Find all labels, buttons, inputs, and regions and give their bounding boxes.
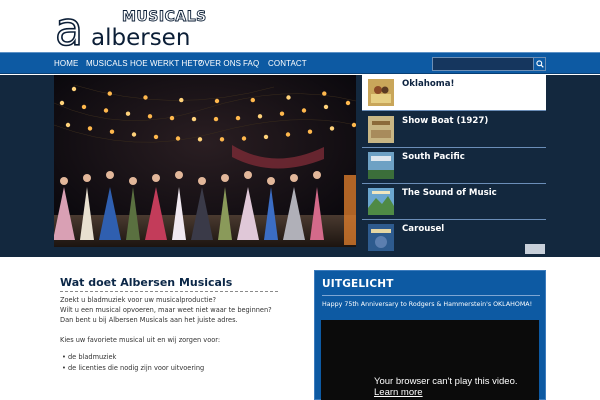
stage-light-bulb [241,136,247,141]
svg-text:a: a [56,7,83,49]
stage-light-bulb [179,97,184,103]
svg-text:MUSICALS: MUSICALS [122,9,207,25]
sound-of-music-thumbnail [368,188,394,215]
stage-light-bulb [109,129,115,134]
nav-over-ons[interactable]: OVER ONS [198,53,241,74]
stage-light-bulb [307,129,313,134]
slide-oklahoma[interactable]: Oklahoma! [362,75,546,111]
search-icon [536,60,544,68]
stage-light-bulb [175,136,181,141]
uitgelicht-text: Happy 75th Anniversary to Rodgers & Hamm… [322,301,533,308]
stage-light-bulb [87,126,93,131]
video-player[interactable] [321,320,539,400]
video-error-message: Your browser can't play this video. [374,376,518,387]
stage-light-bulb [71,86,77,92]
list-item: de bladmuziek [62,353,116,361]
stage-light-bulb [214,98,220,104]
stage-light-bulb [131,132,137,137]
learn-more-link[interactable]: Learn more [374,387,423,398]
carousel-thumbnail [368,224,394,251]
nav-home[interactable]: HOME [54,53,78,74]
intro-line-2: Wilt u een musical opvoeren, maar weet n… [60,306,272,314]
search-button[interactable] [533,58,545,70]
stage-light-bulb [65,122,71,128]
slide-show-boat[interactable]: Show Boat (1927) [362,112,546,148]
stage-light-bulb [219,137,225,142]
stage-light-bulb [329,126,335,131]
stage-light-bulb [197,137,203,142]
stage-light-bulb [263,134,269,140]
slide-sound-of-music[interactable]: The Sound of Music [362,184,546,220]
intro-line-1: Zoekt u bladmuziek voor uw musicalproduc… [60,296,217,304]
stage-light-bulb [59,100,65,106]
stage-light-bulb [345,100,351,106]
nav-musicals[interactable]: MUSICALS [86,53,128,74]
stage-light-bulb [351,122,356,128]
stage-light-bulb [191,116,197,122]
slide-title: Show Boat (1927) [402,116,489,126]
uitgelicht-title: UITGELICHT [322,278,394,290]
main-navigation: HOME MUSICALS HOE WERKT HET? OVER ONS FA… [0,52,600,74]
intro-line-4: Kies uw favoriete musical uit en wij zor… [60,336,221,344]
stage-light-bulb [286,95,291,100]
south-pacific-thumbnail [368,152,394,179]
stage-light-bulb [169,115,175,121]
stage-light-bulb [285,132,291,137]
albersen-musicals-logo[interactable]: a MUSICALS albersen [56,7,216,49]
stage-light-bulb [250,97,255,103]
search-box [432,57,546,71]
uitgelicht-divider [322,295,540,296]
slide-title: Carousel [402,224,445,234]
show-boat-thumbnail [368,116,394,143]
page: a MUSICALS albersen HOME MUSICALS HOE WE… [0,0,600,400]
stage-light-bulb [147,114,153,119]
slider-main-image[interactable] [54,75,356,247]
stage-light-bulb [125,111,131,116]
stage-light-bulb [257,114,263,119]
stage-light-bulb [279,111,285,116]
oklahoma-thumbnail [368,79,394,106]
slide-carousel[interactable]: Carousel [362,220,546,256]
stage-light-bulb [301,108,307,113]
stage-light-bulb [107,91,112,96]
list-item: de licenties die nodig zijn voor uitvoer… [62,364,204,372]
stage-light-bulb [81,104,87,110]
heading-divider [60,291,278,292]
slide-title: Oklahoma! [402,79,455,89]
slider-list: Oklahoma! Show Boat (1927) South Pacific… [362,75,546,257]
slider-pager[interactable] [525,244,545,254]
stage-light-bulb [213,116,219,122]
site-header: a MUSICALS albersen [0,0,600,52]
svg-text:albersen: albersen [91,25,190,49]
stage-light-bulb [143,95,148,100]
nav-contact[interactable]: CONTACT [268,53,307,74]
slide-south-pacific[interactable]: South Pacific [362,148,546,184]
slide-title: South Pacific [402,152,465,162]
stage-light-bulb [322,91,327,96]
stage-light-bulb [323,104,329,110]
nav-hoe-werkt-het[interactable]: HOE WERKT HET? [130,53,202,74]
slide-title: The Sound of Music [402,188,497,198]
stage-light-bulb [103,108,109,113]
search-input[interactable] [433,58,533,70]
stage-light-bulb [153,134,159,140]
stage-light-bulb [235,115,241,121]
intro-line-3: Dan bent u bij Albersen Musicals aan het… [60,316,238,324]
main-heading: Wat doet Albersen Musicals [60,276,233,289]
nav-faq[interactable]: FAQ [243,53,259,74]
